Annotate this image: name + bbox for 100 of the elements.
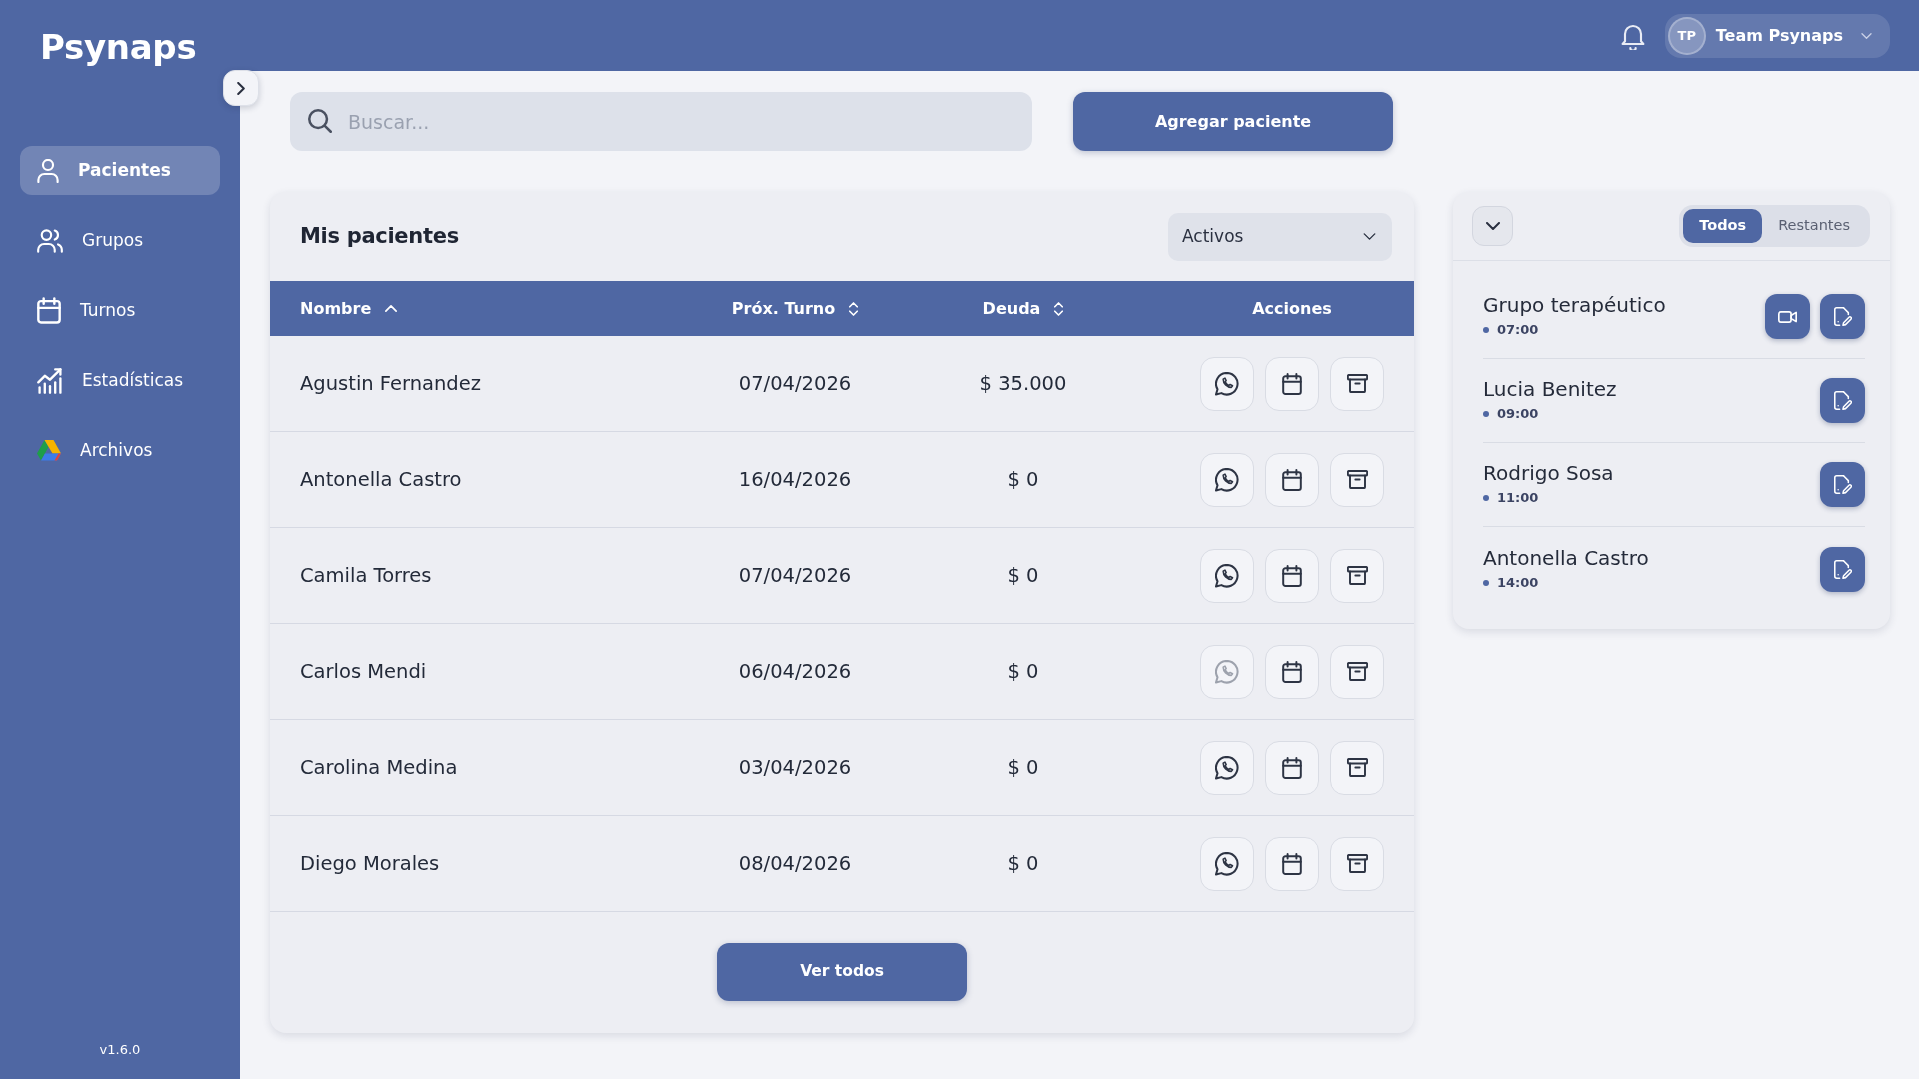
appointment-time: 11:00 <box>1497 489 1539 508</box>
calendar-icon <box>1282 852 1302 875</box>
archive-box-icon <box>1346 758 1368 777</box>
archive-button[interactable] <box>1330 740 1384 795</box>
phone-bubble-icon <box>1215 755 1239 780</box>
status-dropdown[interactable]: Activos <box>1168 212 1392 261</box>
sidebar-item[interactable]: Pacientes <box>20 146 220 195</box>
sidebar-item[interactable]: Estadísticas <box>20 356 220 405</box>
archive-box-icon <box>1346 566 1368 585</box>
chevron-down-icon <box>1861 32 1872 39</box>
person-icon <box>37 158 59 183</box>
collapse-sidebar-button[interactable] <box>223 70 259 106</box>
notes-button[interactable] <box>1820 294 1865 339</box>
calendar-button[interactable] <box>1265 740 1319 795</box>
appointment-date: 07/04/2026 <box>738 562 852 589</box>
notes-button[interactable] <box>1820 462 1865 507</box>
debt-amount: $ 0 <box>1007 466 1039 493</box>
appointment-date: 06/04/2026 <box>738 658 852 685</box>
expand-button[interactable] <box>1472 206 1513 246</box>
debt-amount: $ 0 <box>1007 754 1039 781</box>
app-logo: Psynaps <box>39 26 197 68</box>
calendar-icon <box>1282 564 1302 587</box>
calendar-icon <box>1282 372 1302 395</box>
user-menu-button[interactable]: TP Team Psynaps <box>1664 13 1890 58</box>
appointment-time: 07:00 <box>1497 321 1539 340</box>
appointment-title: Rodrigo Sosa <box>1483 461 1614 487</box>
column-header[interactable]: Próx. Turno <box>731 296 859 321</box>
notes-button[interactable] <box>1820 546 1865 592</box>
archive-button[interactable] <box>1330 356 1384 411</box>
chat-button[interactable] <box>1200 452 1254 507</box>
user-avatar: TP <box>1667 16 1706 55</box>
archive-button[interactable] <box>1330 644 1384 699</box>
add-patient-button[interactable]: Agregar paciente <box>1073 92 1393 151</box>
dot-icon <box>1483 495 1489 501</box>
column-header: Acciones <box>1252 297 1332 320</box>
sidebar-item[interactable]: Turnos <box>20 286 220 335</box>
debt-amount: $ 0 <box>1007 658 1039 685</box>
archive-button[interactable] <box>1330 548 1384 603</box>
appointment-date: 03/04/2026 <box>738 754 852 781</box>
dot-icon <box>1483 411 1489 417</box>
phone-bubble-icon <box>1215 467 1239 492</box>
chat-button[interactable] <box>1200 548 1254 603</box>
archive-box-icon <box>1346 854 1368 873</box>
chevron-right-icon <box>237 81 245 95</box>
dot-icon <box>1483 579 1489 586</box>
debt-amount: $ 35.000 <box>979 370 1067 397</box>
chat-button[interactable] <box>1200 356 1254 411</box>
patient-name: Agustin Fernandez <box>300 371 481 395</box>
appointment-time: 09:00 <box>1497 405 1539 424</box>
calendar-icon <box>1282 660 1302 683</box>
search-icon <box>308 109 332 133</box>
sidebar-item[interactable]: Archivos <box>20 426 220 475</box>
patient-name: Carlos Mendi <box>300 659 427 683</box>
view-all-button[interactable]: Ver todos <box>717 943 967 1001</box>
dot-icon <box>1483 327 1489 333</box>
calendar-button[interactable] <box>1265 644 1319 699</box>
version-label: v1.6.0 <box>99 1040 141 1059</box>
notes-button[interactable] <box>1820 378 1865 423</box>
patient-name: Diego Morales <box>300 851 440 875</box>
debt-amount: $ 0 <box>1007 850 1039 877</box>
appointment-title: Lucia Benitez <box>1483 377 1617 403</box>
chat-button[interactable] <box>1200 836 1254 891</box>
people-icon <box>37 228 63 253</box>
bar-chart-icon <box>37 367 63 394</box>
debt-amount: $ 0 <box>1007 562 1039 589</box>
column-header[interactable]: Deuda <box>982 296 1064 321</box>
appointment-time: 14:00 <box>1497 573 1539 592</box>
video-call-button[interactable] <box>1765 294 1810 339</box>
calendar-button[interactable] <box>1265 356 1319 411</box>
filter-tab[interactable]: Todos <box>1683 209 1763 243</box>
calendar-icon <box>1282 468 1302 491</box>
column-header[interactable]: Nombre <box>300 296 398 321</box>
archive-button[interactable] <box>1330 452 1384 507</box>
calendar-icon <box>1282 756 1302 779</box>
calendar-button[interactable] <box>1265 836 1319 891</box>
calendar-button[interactable] <box>1265 548 1319 603</box>
phone-bubble-icon <box>1215 371 1239 396</box>
patient-name: Camila Torres <box>300 563 432 587</box>
document-pencil-icon <box>1833 391 1852 410</box>
document-pencil-icon <box>1833 475 1852 494</box>
archive-box-icon <box>1346 662 1368 681</box>
patient-name: Antonella Castro <box>300 467 462 491</box>
patient-name: Carolina Medina <box>300 755 458 779</box>
sidebar-item[interactable]: Grupos <box>20 216 220 265</box>
document-pencil-icon <box>1833 307 1852 326</box>
search-field[interactable]: Buscar... <box>290 92 1032 151</box>
phone-bubble-icon <box>1215 563 1239 588</box>
filter-tab[interactable]: Restantes <box>1762 209 1866 243</box>
archive-box-icon <box>1346 470 1368 489</box>
archive-box-icon <box>1346 374 1368 393</box>
appointment-date: 16/04/2026 <box>738 466 852 493</box>
video-camera-icon <box>1778 310 1797 323</box>
calendar-button[interactable] <box>1265 452 1319 507</box>
document-pencil-icon <box>1833 559 1852 579</box>
archive-button[interactable] <box>1330 836 1384 891</box>
appointment-date: 08/04/2026 <box>738 850 852 877</box>
chat-button[interactable] <box>1200 740 1254 795</box>
triangle-icon <box>37 440 61 461</box>
section-title: Mis pacientes <box>300 222 459 250</box>
chevron-down-icon <box>1363 233 1376 240</box>
